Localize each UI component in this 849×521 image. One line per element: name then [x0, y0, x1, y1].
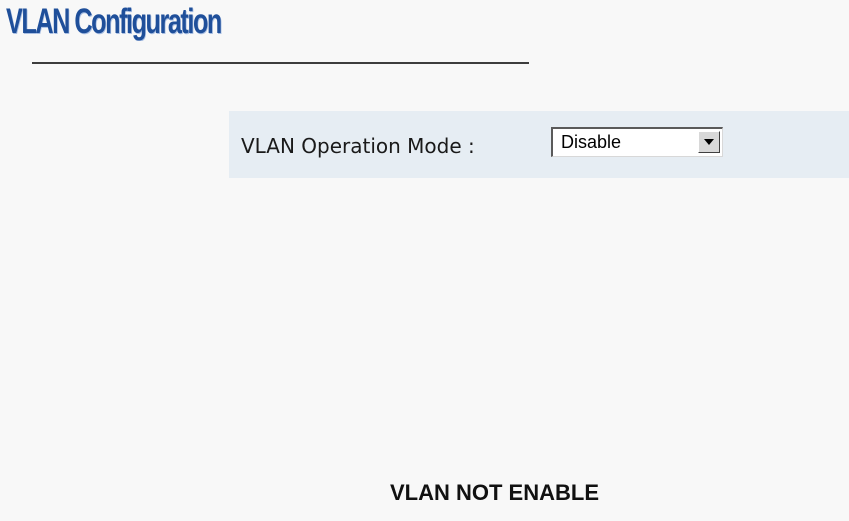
vlan-operation-mode-label: VLAN Operation Mode : [241, 134, 475, 158]
vlan-operation-mode-select[interactable]: Disable [551, 127, 723, 157]
page-title: VLAN Configuration [6, 2, 222, 41]
vlan-operation-mode-value: Disable [561, 132, 622, 152]
vlan-mode-panel: VLAN Operation Mode : Disable [229, 111, 849, 178]
chevron-down-icon [704, 139, 714, 145]
vlan-configuration-page: VLAN Configuration VLAN Operation Mode :… [0, 0, 849, 521]
dropdown-button[interactable] [698, 131, 720, 153]
vlan-status-message: VLAN NOT ENABLE [390, 480, 599, 505]
title-divider [32, 62, 529, 64]
